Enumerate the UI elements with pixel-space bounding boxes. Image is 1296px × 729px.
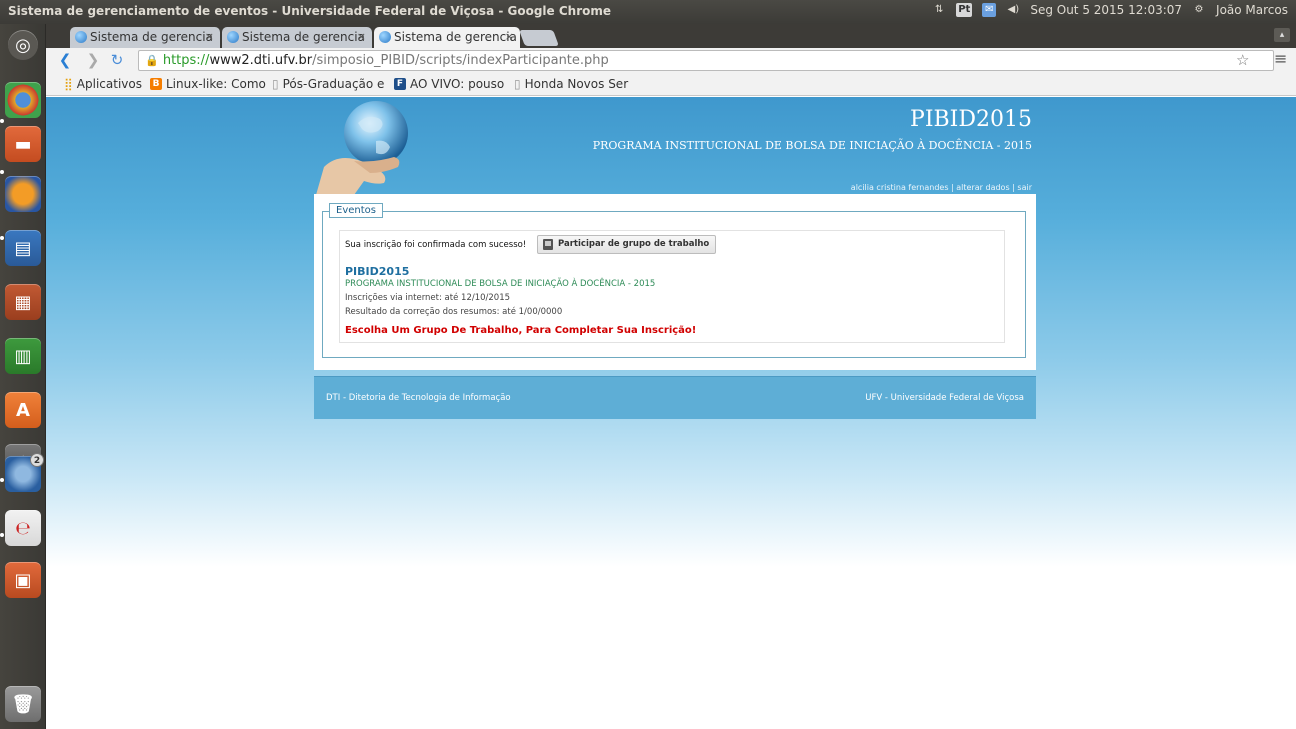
- window-title: Sistema de gerenciamento de eventos - Un…: [8, 4, 612, 18]
- registration-deadline: Inscrições via internet: até 12/10/2015: [345, 293, 511, 303]
- group-warning-message: Escolha Um Grupo De Trabalho, Para Compl…: [345, 325, 697, 336]
- bookmark-label: Honda Novos Ser: [524, 77, 629, 91]
- confirmation-message: Sua inscrição foi confirmada com sucesso…: [345, 240, 527, 250]
- unity-launcher: ◎ ▬ ▤ ▦ ▥ A ✦ 2 ℮ ▣ 🗑: [0, 24, 46, 729]
- blogger-icon: B: [150, 78, 162, 90]
- tab-3-active[interactable]: Sistema de gerencia ×: [374, 27, 520, 48]
- site-favicon-icon: [75, 31, 87, 43]
- running-indicator: [0, 478, 4, 482]
- site-favicon-icon: [379, 31, 391, 43]
- keyboard-layout-indicator[interactable]: Pt: [956, 3, 973, 17]
- user-links: alcilia cristina fernandes | alterar dad…: [646, 183, 1032, 192]
- lock-icon: 🔒: [145, 54, 159, 67]
- firefox-icon[interactable]: [5, 176, 41, 212]
- clock[interactable]: Seg Out 5 2015 12:03:07: [1030, 3, 1182, 17]
- tab-1[interactable]: Sistema de gerencia ×: [70, 27, 220, 48]
- system-top-panel: Sistema de gerenciamento de eventos - Un…: [0, 0, 1296, 24]
- news-site-icon: F: [394, 78, 406, 90]
- bookmarks-bar: ⣿ Aplicativos B Linux-like: Como ▯ Pós-G…: [46, 74, 1296, 96]
- chrome-icon[interactable]: [5, 82, 41, 118]
- url-path: /simposio_PIBID/scripts/indexParticipant…: [312, 53, 609, 68]
- separator: |: [951, 183, 954, 192]
- profile-user-icon[interactable]: ▴: [1274, 28, 1290, 42]
- bookmark-label: Linux-like: Como: [166, 77, 266, 91]
- bookmark-honda[interactable]: ▯ Honda Novos Ser: [514, 77, 628, 91]
- bookmark-label: Aplicativos: [76, 77, 142, 91]
- bookmark-pos-graduacao[interactable]: ▯ Pós-Graduação e: [272, 77, 384, 91]
- event-full-name: PROGRAMA INSTITUCIONAL DE BOLSA DE INICI…: [345, 279, 656, 289]
- tab-strip: Sistema de gerencia × Sistema de gerenci…: [46, 24, 1296, 48]
- volume-icon[interactable]: ◀): [1006, 3, 1020, 17]
- mail-icon[interactable]: ✉: [982, 3, 997, 17]
- tab-close-icon[interactable]: ×: [357, 30, 366, 43]
- join-work-group-button[interactable]: Participar de grupo de trabalho: [537, 235, 717, 254]
- unread-count-badge: 2: [30, 453, 44, 467]
- system-tray: ⇅ Pt ✉ ◀) Seg Out 5 2015 12:03:07 ⚙ João…: [932, 3, 1288, 17]
- bookmark-star-icon[interactable]: ☆: [1236, 51, 1249, 69]
- tab-title: Sistema de gerencia: [90, 30, 213, 44]
- page-icon: ▯: [272, 77, 279, 91]
- writer-document-icon[interactable]: ▤: [5, 230, 41, 266]
- footer-dti: DTI - Ditetoria de Tecnologia de Informa…: [326, 393, 511, 403]
- bookmark-apps[interactable]: ⣿ Aplicativos: [64, 77, 142, 91]
- archive-manager-icon[interactable]: ▣: [5, 562, 41, 598]
- bookmark-label: Pós-Graduação e: [282, 77, 385, 91]
- event-card: Sua inscrição foi confirmada com sucesso…: [339, 230, 1005, 343]
- tab-2[interactable]: Sistema de gerencia ×: [222, 27, 372, 48]
- event-name[interactable]: PIBID2015: [345, 265, 409, 278]
- results-deadline: Resultado da correção dos resumos: até 1…: [345, 307, 563, 317]
- dash-home-icon[interactable]: ◎: [8, 30, 38, 60]
- logout-link[interactable]: sair: [1017, 183, 1032, 192]
- thunderbird-mail-icon[interactable]: 2: [5, 453, 44, 492]
- session-user[interactable]: João Marcos: [1216, 3, 1288, 17]
- running-indicator: [0, 236, 4, 240]
- files-folder-icon[interactable]: ▬: [5, 126, 41, 162]
- apps-grid-icon: ⣿: [64, 77, 73, 91]
- network-icon[interactable]: ⇅: [932, 3, 946, 17]
- page-footer: DTI - Ditetoria de Tecnologia de Informa…: [314, 376, 1036, 419]
- site-favicon-icon: [227, 31, 239, 43]
- logged-user-name: alcilia cristina fernandes: [850, 183, 949, 192]
- running-indicator: [0, 533, 4, 537]
- impress-presentation-icon[interactable]: ▦: [5, 284, 41, 320]
- browser-toolbar: ❮ ❯ ↻ 🔒 https://www2.dti.ufv.br/simposio…: [46, 48, 1296, 74]
- tab-close-icon[interactable]: ×: [205, 30, 214, 43]
- site-title: PIBID2015: [910, 107, 1032, 132]
- content-panel: Eventos Sua inscrição foi confirmada com…: [314, 194, 1036, 370]
- tab-title: Sistema de gerencia: [394, 30, 517, 44]
- hamburger-menu-icon[interactable]: ≡: [1274, 49, 1287, 68]
- calc-spreadsheet-icon[interactable]: ▥: [5, 338, 41, 374]
- back-arrow-icon[interactable]: ❮: [56, 51, 74, 69]
- bookmark-ao-vivo[interactable]: F AO VIVO: pouso: [394, 77, 504, 91]
- bookmark-linux-like[interactable]: B Linux-like: Como: [150, 77, 266, 91]
- forward-arrow-icon[interactable]: ❯: [84, 51, 102, 69]
- trash-icon[interactable]: 🗑: [5, 686, 41, 722]
- web-page: PIBID2015 PROGRAMA INSTITUCIONAL DE BOLS…: [46, 97, 1296, 729]
- book-icon: [543, 239, 553, 250]
- tab-close-icon[interactable]: ×: [505, 30, 514, 43]
- address-bar[interactable]: 🔒 https://www2.dti.ufv.br/simposio_PIBID…: [138, 50, 1274, 71]
- events-legend: Eventos: [329, 203, 383, 218]
- page-icon: ▯: [514, 77, 521, 91]
- running-indicator: [0, 119, 4, 123]
- running-indicator: [0, 170, 4, 174]
- bookmark-label: AO VIVO: pouso: [410, 77, 505, 91]
- join-work-group-label: Participar de grupo de trabalho: [558, 239, 710, 249]
- tab-title: Sistema de gerencia: [242, 30, 365, 44]
- pdf-reader-icon[interactable]: ℮: [5, 510, 41, 546]
- chrome-window: Sistema de gerencia × Sistema de gerenci…: [46, 24, 1296, 729]
- site-subtitle: PROGRAMA INSTITUCIONAL DE BOLSA DE INICI…: [592, 139, 1032, 152]
- url-host: www2.dti.ufv.br: [209, 53, 313, 68]
- session-gear-icon[interactable]: ⚙: [1192, 3, 1206, 17]
- footer-ufv: UFV - Universidade Federal de Viçosa: [865, 393, 1024, 403]
- url-scheme: https://: [162, 53, 210, 68]
- separator: |: [1012, 183, 1015, 192]
- globe-in-hand-logo: [316, 101, 408, 195]
- software-center-icon[interactable]: A: [5, 392, 41, 428]
- new-tab-button[interactable]: [519, 30, 559, 46]
- edit-profile-link[interactable]: alterar dados: [956, 183, 1009, 192]
- reload-icon[interactable]: ↻: [108, 51, 126, 69]
